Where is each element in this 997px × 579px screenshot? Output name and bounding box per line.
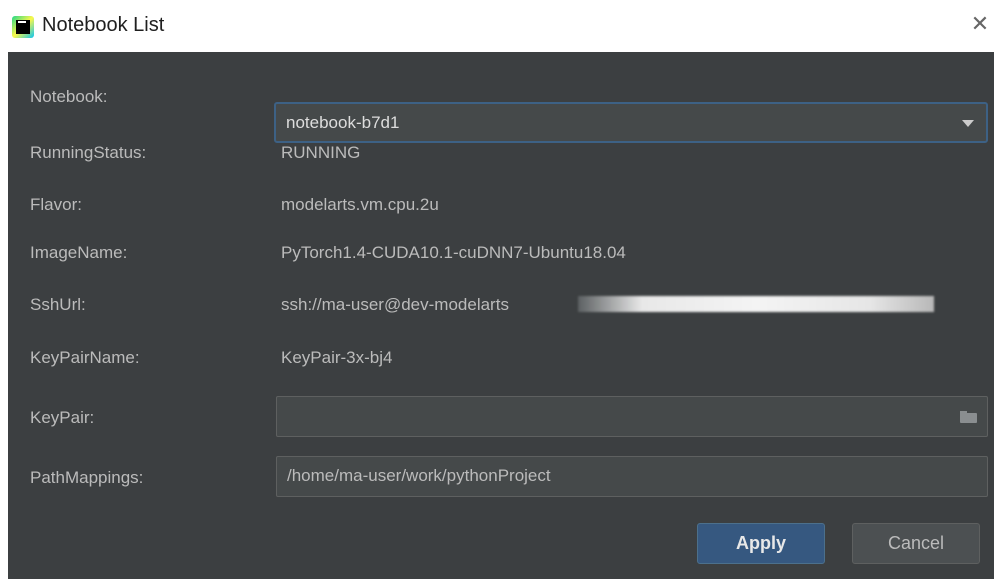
notebook-dropdown[interactable]: notebook-b7d1 bbox=[274, 102, 988, 143]
running-status-value: RUNNING bbox=[281, 143, 361, 162]
path-mappings-label: PathMappings: bbox=[30, 468, 144, 487]
key-pair-name-value: KeyPair-3x-bj4 bbox=[281, 348, 393, 367]
flavor-value: modelarts.vm.cpu.2u bbox=[281, 195, 439, 214]
notebook-label: Notebook: bbox=[30, 87, 108, 106]
image-name-value: PyTorch1.4-CUDA10.1-cuDNN7-Ubuntu18.04 bbox=[281, 243, 626, 262]
dialog-title: Notebook List bbox=[42, 14, 165, 36]
path-mappings-field[interactable]: /home/ma-user/work/pythonProject bbox=[276, 456, 988, 497]
ssh-url-label: SshUrl: bbox=[30, 295, 86, 314]
close-icon[interactable]: ✕ bbox=[968, 10, 992, 38]
running-status-label: RunningStatus: bbox=[30, 143, 147, 162]
key-pair-label: KeyPair: bbox=[30, 408, 95, 427]
key-pair-field[interactable] bbox=[276, 396, 988, 437]
folder-icon[interactable] bbox=[960, 411, 977, 423]
image-name-label: ImageName: bbox=[30, 243, 128, 262]
dialog-titlebar: Notebook List ✕ bbox=[0, 0, 997, 52]
flavor-label: Flavor: bbox=[30, 195, 82, 214]
path-mappings-input[interactable]: /home/ma-user/work/pythonProject bbox=[287, 466, 551, 486]
chevron-down-icon[interactable] bbox=[962, 120, 974, 127]
notebook-dropdown-value: notebook-b7d1 bbox=[286, 113, 400, 132]
redacted-ssh-url-blur bbox=[578, 296, 934, 312]
pycharm-icon bbox=[12, 16, 34, 38]
dialog-panel: Notebook: notebook-b7d1 RunningStatus: R… bbox=[8, 52, 994, 579]
ssh-url-value: ssh://ma-user@dev-modelarts bbox=[281, 295, 509, 314]
key-pair-name-label: KeyPairName: bbox=[30, 348, 140, 367]
cancel-button[interactable]: Cancel bbox=[852, 523, 980, 564]
apply-button[interactable]: Apply bbox=[697, 523, 825, 564]
